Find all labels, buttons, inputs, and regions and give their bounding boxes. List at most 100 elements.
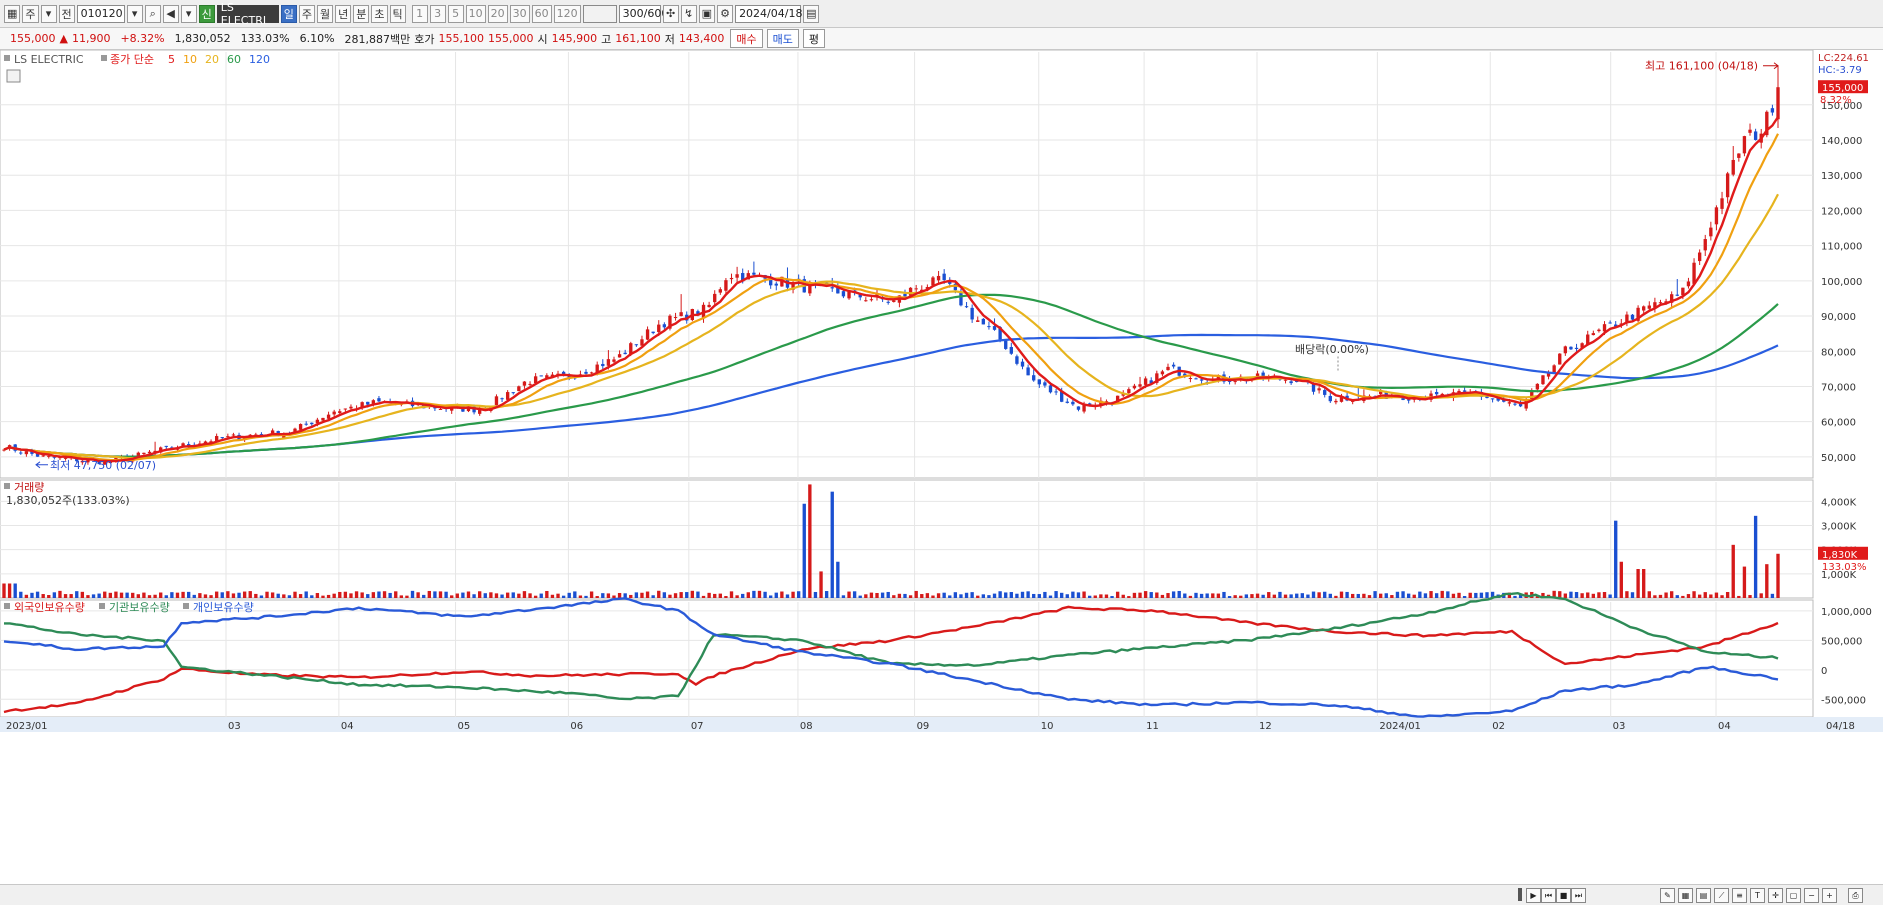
period-select[interactable]: 전 [58, 4, 75, 23]
legend-marker [101, 55, 107, 61]
candle-body [1194, 378, 1198, 380]
toggle-icon[interactable]: ▤ [1696, 888, 1711, 903]
candle-body [522, 381, 527, 386]
volume-bar [500, 594, 504, 598]
volume-bar [119, 592, 124, 598]
symbol-dropdown-icon[interactable]: ▾ [126, 4, 143, 23]
volume-bar [668, 594, 672, 598]
candle-body [931, 277, 935, 286]
symbol-code-input[interactable]: 010120 [76, 4, 125, 23]
volume-bar [908, 595, 913, 598]
volume-bar [326, 594, 331, 598]
volume-bar [539, 593, 543, 598]
chart-scrollbar[interactable]: ▶ ⏮ ■ ⏭ ✎ ▦ ▤ ⟋ ≡ T ✛ ▢ − + ⎙ [0, 884, 1883, 905]
candle-body [1233, 381, 1237, 383]
fibo-tool-icon[interactable]: ≡ [1732, 888, 1747, 903]
chart-type-icon[interactable]: ✣ [662, 4, 679, 23]
settings-icon[interactable]: ⚙ [717, 4, 734, 23]
buy-button[interactable]: 매수 [730, 29, 763, 48]
interval-button-10[interactable]: 10 [465, 4, 486, 23]
x-tick-label: 05 [458, 721, 471, 732]
x-tick-label: 2024/01 [1379, 721, 1421, 732]
calendar-icon[interactable]: ▤ [803, 4, 820, 23]
interval-button-120[interactable]: 120 [553, 4, 581, 23]
volume-bar [875, 593, 879, 598]
interval-button-60[interactable]: 60 [531, 4, 552, 23]
holdings-y-tick: -500,000 [1821, 695, 1866, 706]
text-tool-icon[interactable]: T [1750, 888, 1765, 903]
volume-bar [58, 590, 62, 598]
trend-tool-icon[interactable]: ⟋ [1714, 888, 1729, 903]
interval-button-1[interactable]: 1 [411, 4, 428, 23]
volume-bar [1306, 594, 1310, 598]
volume-bar [1026, 591, 1030, 598]
layout-icon[interactable]: ▦ [4, 4, 21, 23]
legend-marker [4, 483, 10, 489]
interval-input[interactable] [582, 4, 617, 23]
menu-dropdown-icon[interactable]: ▾ [180, 4, 197, 23]
period-button-6[interactable]: 틱 [389, 4, 406, 23]
volume-bar [1239, 595, 1243, 598]
save-icon[interactable]: ▣ [698, 4, 716, 23]
candle-body [310, 422, 314, 425]
stock-chart[interactable]: 2023/01 03 04 05 06 07 08 09 10 11 12 2024/01 02 03 04… [0, 50, 1883, 884]
scroll-right-icon[interactable]: ▶ [1526, 888, 1541, 903]
grid-icon[interactable]: ▦ [1678, 888, 1693, 903]
period-button-4[interactable]: 분 [353, 4, 370, 23]
screenshot-icon[interactable]: ▢ [1786, 888, 1801, 903]
zoom-out-icon[interactable]: − [1804, 888, 1819, 903]
interval-button-30[interactable]: 30 [509, 4, 530, 23]
indicator-icon[interactable]: ↯ [680, 4, 697, 23]
last-page-icon[interactable]: ⏭ [1571, 888, 1586, 903]
x-tick-label: 04 [1718, 721, 1731, 732]
volume-bar [349, 593, 353, 598]
market-dropdown-icon[interactable]: ▾ [40, 4, 57, 23]
candle-body [1602, 324, 1607, 332]
volume-bar [701, 595, 706, 598]
volume-bar [1004, 592, 1008, 598]
interval-button-5[interactable]: 5 [447, 4, 464, 23]
first-page-icon[interactable]: ⏮ [1541, 888, 1556, 903]
candle-body [1127, 389, 1131, 394]
speaker-icon[interactable]: ◀ [162, 4, 179, 23]
volume-bar [780, 591, 784, 598]
period-button-2[interactable]: 월 [317, 4, 334, 23]
volume-bar [1323, 591, 1327, 598]
count-display[interactable]: 300/600 [618, 4, 668, 23]
stop-icon[interactable]: ■ [1556, 888, 1571, 903]
volume-bar [338, 591, 342, 598]
volume-bar [478, 591, 482, 598]
current-price: 155,000 [10, 32, 56, 45]
period-button-5[interactable]: 초 [371, 4, 388, 23]
crosshair-icon[interactable]: ✛ [1768, 888, 1783, 903]
draw-tool-icon[interactable]: ✎ [1660, 888, 1675, 903]
print-icon[interactable]: ⎙ [1848, 888, 1863, 903]
candle-body [612, 359, 616, 362]
candle-body [864, 300, 868, 302]
interval-button-3[interactable]: 3 [429, 4, 446, 23]
interval-button-20[interactable]: 20 [487, 4, 508, 23]
change-percent: +8.32% [120, 32, 165, 45]
candle-body [517, 386, 521, 392]
holdings-y-tick: 1,000,000 [1821, 607, 1872, 618]
search-icon[interactable]: ⌕ [144, 4, 161, 23]
candle-body [634, 344, 639, 346]
volume-bar [1586, 592, 1590, 598]
volume-bar [880, 592, 885, 598]
avg-button[interactable]: 평 [802, 29, 826, 48]
volume-bar [1697, 594, 1702, 598]
volume-bar [1160, 594, 1165, 598]
candle-body [1076, 406, 1081, 410]
ma-legend-5: 5 [168, 53, 175, 66]
scroll-handle[interactable] [1518, 888, 1522, 901]
market-select[interactable]: 주 [22, 4, 39, 23]
volume-bar [1384, 593, 1388, 598]
period-button-0[interactable]: 일 [280, 4, 297, 23]
zoom-in-icon[interactable]: + [1822, 888, 1837, 903]
date-input[interactable]: 2024/04/18 [735, 4, 802, 23]
period-button-3[interactable]: 년 [335, 4, 352, 23]
period-button-1[interactable]: 주 [298, 4, 316, 23]
candle-body [1160, 371, 1165, 375]
sell-button[interactable]: 매도 [766, 29, 799, 48]
candle-body [1406, 399, 1411, 401]
